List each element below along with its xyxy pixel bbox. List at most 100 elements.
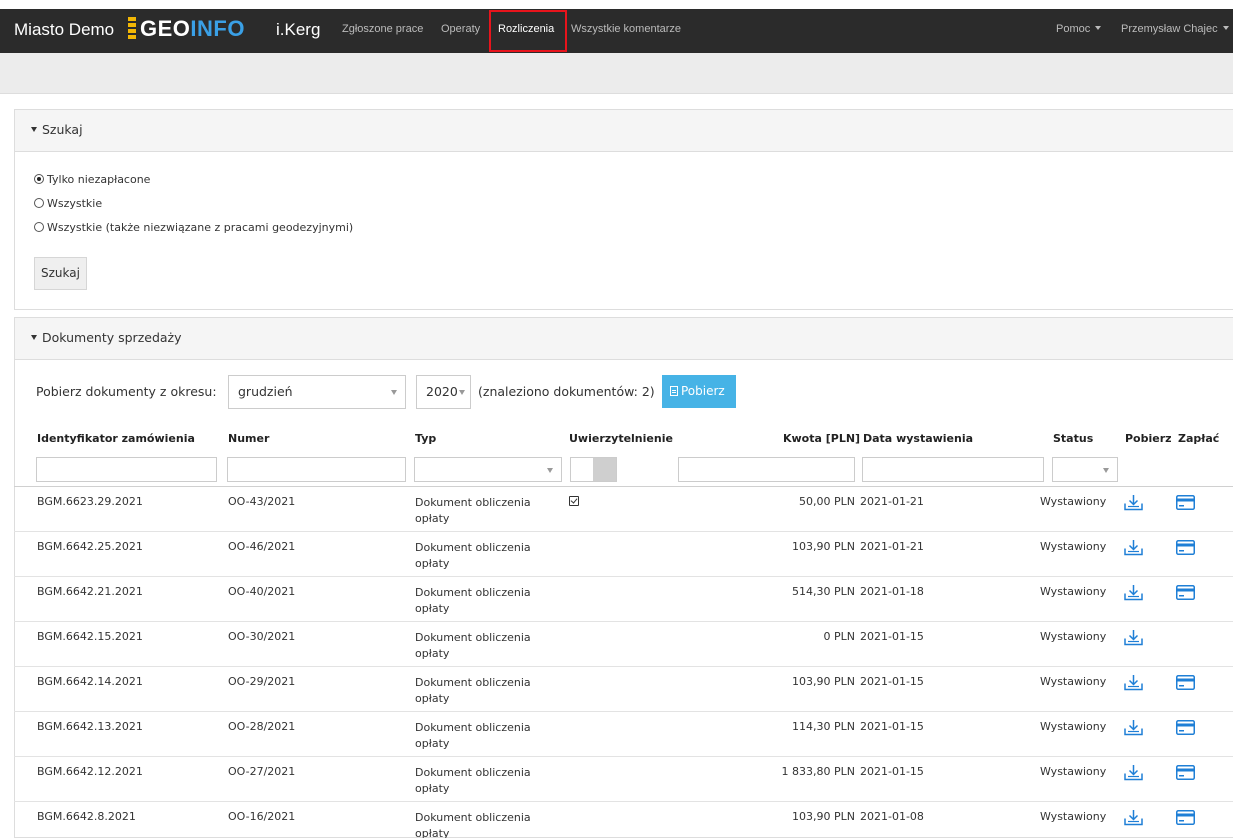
cell-type: Dokument obliczenia opłaty [415, 721, 531, 750]
cell-order-id: BGM.6642.13.2021 [37, 720, 143, 733]
found-count-text: (znaleziono dokumentów: 2) [478, 384, 655, 399]
credit-card-icon[interactable] [1176, 675, 1195, 690]
year-select[interactable]: 2020 [416, 375, 471, 409]
cell-order-id: BGM.6642.15.2021 [37, 630, 143, 643]
radio-all-including-unrelated[interactable]: Wszystkie (także niezwiązane z pracami g… [34, 221, 353, 234]
radio-all[interactable]: Wszystkie [34, 197, 102, 210]
cell-type: Dokument obliczenia opłaty [415, 631, 531, 660]
filter-authentication-toggle[interactable] [570, 457, 617, 482]
toggle-knob [593, 458, 616, 481]
filter-order-id[interactable] [36, 457, 217, 482]
cell-type: Dokument obliczenia opłaty [415, 811, 531, 838]
cell-order-id: BGM.6642.21.2021 [37, 585, 143, 598]
cell-amount: 103,90 PLN [792, 675, 855, 688]
credit-card-icon[interactable] [1176, 585, 1195, 600]
caret-down-icon [31, 127, 37, 132]
credit-card-icon[interactable] [1176, 495, 1195, 510]
credit-card-icon[interactable] [1176, 540, 1195, 555]
cell-order-id: BGM.6623.29.2021 [37, 495, 143, 508]
download-icon[interactable] [1124, 629, 1143, 646]
cell-status: Wystawiony [1040, 495, 1107, 508]
cell-amount: 114,30 PLN [792, 720, 855, 733]
cell-number: OO-40/2021 [228, 585, 296, 598]
download-documents-button[interactable]: Pobierz [662, 375, 736, 408]
table-row[interactable]: BGM.6642.12.2021 OO-27/2021 Dokument oblic… [14, 757, 1233, 802]
cell-amount: 1 833,80 PLN [781, 765, 855, 778]
download-icon[interactable] [1124, 809, 1143, 826]
cell-number: OO-30/2021 [228, 630, 296, 643]
search-panel: Szukaj [14, 109, 1233, 310]
download-icon[interactable] [1124, 719, 1143, 736]
filter-amount[interactable] [678, 457, 855, 482]
cell-type: Dokument obliczenia opłaty [415, 586, 531, 615]
radio-checked-icon[interactable] [34, 174, 44, 184]
period-label: Pobierz dokumenty z okresu: [36, 384, 217, 399]
cell-issue-date: 2021-01-15 [860, 675, 924, 688]
cell-status: Wystawiony [1040, 765, 1107, 778]
geoinfo-logo[interactable]: GEOINFO [128, 16, 245, 42]
credit-card-icon[interactable] [1176, 810, 1195, 825]
credit-card-icon[interactable] [1176, 765, 1195, 780]
help-menu[interactable]: Pomoc [1056, 23, 1102, 35]
chevron-down-icon [1103, 468, 1109, 473]
cell-issue-date: 2021-01-21 [860, 540, 924, 553]
cell-number: OO-43/2021 [228, 495, 296, 508]
cell-status: Wystawiony [1040, 720, 1107, 733]
table-row[interactable]: BGM.6642.15.2021 OO-30/2021 Dokument oblic… [14, 622, 1233, 667]
chevron-down-icon [547, 468, 553, 473]
search-panel-title: Szukaj [42, 122, 83, 137]
download-icon[interactable] [1124, 539, 1143, 556]
cell-issue-date: 2021-01-15 [860, 720, 924, 733]
caret-down-icon [31, 335, 37, 340]
col-header-type[interactable]: Typ [415, 432, 436, 445]
radio-unchecked-icon[interactable] [34, 222, 44, 232]
download-icon[interactable] [1124, 494, 1143, 511]
col-header-number[interactable]: Numer [228, 432, 269, 445]
cell-issue-date: 2021-01-15 [860, 765, 924, 778]
radio-only-unpaid[interactable]: Tylko niezapłacone [34, 173, 150, 186]
col-header-issue-date[interactable]: Data wystawienia [863, 432, 973, 445]
col-header-status[interactable]: Status [1053, 432, 1093, 445]
user-menu[interactable]: Przemysław Chajec [1121, 23, 1229, 35]
filter-type-select[interactable] [414, 457, 562, 482]
table-row[interactable]: BGM.6642.8.2021 OO-16/2021 Dokument oblicz… [14, 802, 1233, 838]
help-menu-label: Pomoc [1056, 23, 1091, 35]
cell-amount: 514,30 PLN [792, 585, 855, 598]
col-header-order-id[interactable]: Identyfikator zamówienia [37, 432, 195, 445]
search-panel-header[interactable]: Szukaj [15, 110, 1233, 152]
nav-operaty[interactable]: Operaty [441, 23, 480, 35]
download-icon[interactable] [1124, 584, 1143, 601]
logo-geo-text: GEO [140, 16, 191, 41]
brand-app-name[interactable]: i.Kerg [276, 20, 320, 40]
col-header-amount[interactable]: Kwota [PLN] [783, 432, 860, 445]
radio-label: Wszystkie [47, 197, 103, 210]
table-row[interactable]: BGM.6642.21.2021 OO-40/2021 Dokument oblic… [14, 577, 1233, 622]
cell-type: Dokument obliczenia opłaty [415, 766, 531, 795]
chevron-down-icon [391, 390, 397, 395]
nav-wszystkie-komentarze[interactable]: Wszystkie komentarze [571, 23, 681, 35]
filter-status-select[interactable] [1052, 457, 1118, 482]
nav-zgloszone-prace[interactable]: Zgłoszone prace [342, 23, 423, 35]
logo-info-text: INFO [190, 16, 245, 41]
download-icon[interactable] [1124, 674, 1143, 691]
sales-documents-header[interactable]: Dokumenty sprzedaży [15, 318, 1233, 360]
active-nav-highlight [489, 10, 567, 52]
search-button[interactable]: Szukaj [34, 257, 87, 290]
filter-issue-date[interactable] [862, 457, 1044, 482]
cell-amount: 103,90 PLN [792, 540, 855, 553]
filter-number[interactable] [227, 457, 406, 482]
table-row[interactable]: BGM.6642.14.2021 OO-29/2021 Dokument oblic… [14, 667, 1233, 712]
brand-city[interactable]: Miasto Demo [14, 20, 114, 40]
radio-unchecked-icon[interactable] [34, 198, 44, 208]
table-row[interactable]: BGM.6642.13.2021 OO-28/2021 Dokument oblic… [14, 712, 1233, 757]
download-button-label: Pobierz [681, 384, 725, 398]
table-row[interactable]: BGM.6642.25.2021 OO-46/2021 Dokument oblic… [14, 532, 1233, 577]
year-select-value: 2020 [426, 384, 458, 399]
cell-status: Wystawiony [1040, 540, 1107, 553]
month-select[interactable]: grudzień [228, 375, 406, 409]
table-row[interactable]: BGM.6623.29.2021 OO-43/2021 Dokument oblic… [14, 487, 1233, 532]
col-header-authentication[interactable]: Uwierzytelnienie [569, 432, 673, 445]
credit-card-icon[interactable] [1176, 720, 1195, 735]
download-icon[interactable] [1124, 764, 1143, 781]
cell-number: OO-16/2021 [228, 810, 296, 823]
